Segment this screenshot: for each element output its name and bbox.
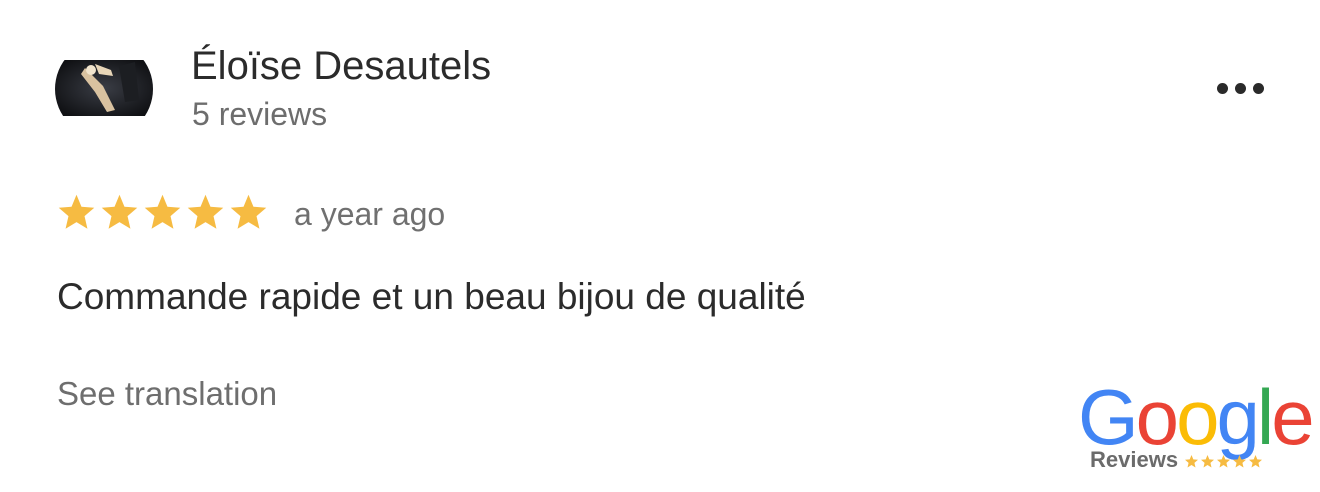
- star-icon: [1185, 454, 1199, 467]
- review-time: a year ago: [294, 196, 446, 232]
- see-translation-link[interactable]: See translation: [57, 373, 277, 415]
- review-text: Commande rapide et un beau bijou de qual…: [57, 276, 806, 317]
- star-icon: [230, 194, 267, 229]
- google-reviews-label: Reviews: [1090, 447, 1179, 472]
- star-icon: [1249, 454, 1263, 467]
- star-icon: [187, 194, 224, 229]
- more-horiz-icon-dot: [1252, 82, 1264, 94]
- star-icon: [1201, 454, 1215, 467]
- star-rating: [56, 192, 269, 233]
- avatar-photo: [55, 40, 153, 138]
- review-card: Éloïse Desautels 5 reviews a year ago Co…: [0, 0, 1320, 492]
- star-icon: [1217, 454, 1231, 467]
- star-icon: [1233, 454, 1247, 467]
- google-reviews-sub: Reviews: [1090, 446, 1263, 474]
- reviewer-review-count: 5 reviews: [192, 96, 328, 132]
- more-horiz-icon-dot: [1234, 82, 1246, 94]
- google-reviews-badge: Google Reviews: [1078, 374, 1315, 474]
- star-icon: [101, 194, 138, 229]
- star-icon: [58, 194, 95, 229]
- reviewer-name[interactable]: Éloïse Desautels: [191, 42, 491, 90]
- more-horiz-icon: [1216, 82, 1228, 94]
- more-options-button[interactable]: [1210, 70, 1270, 106]
- avatar[interactable]: [55, 40, 153, 138]
- star-icon: [144, 194, 181, 229]
- google-logo-letter: e: [1271, 373, 1314, 461]
- google-badge-stars: [1184, 454, 1263, 469]
